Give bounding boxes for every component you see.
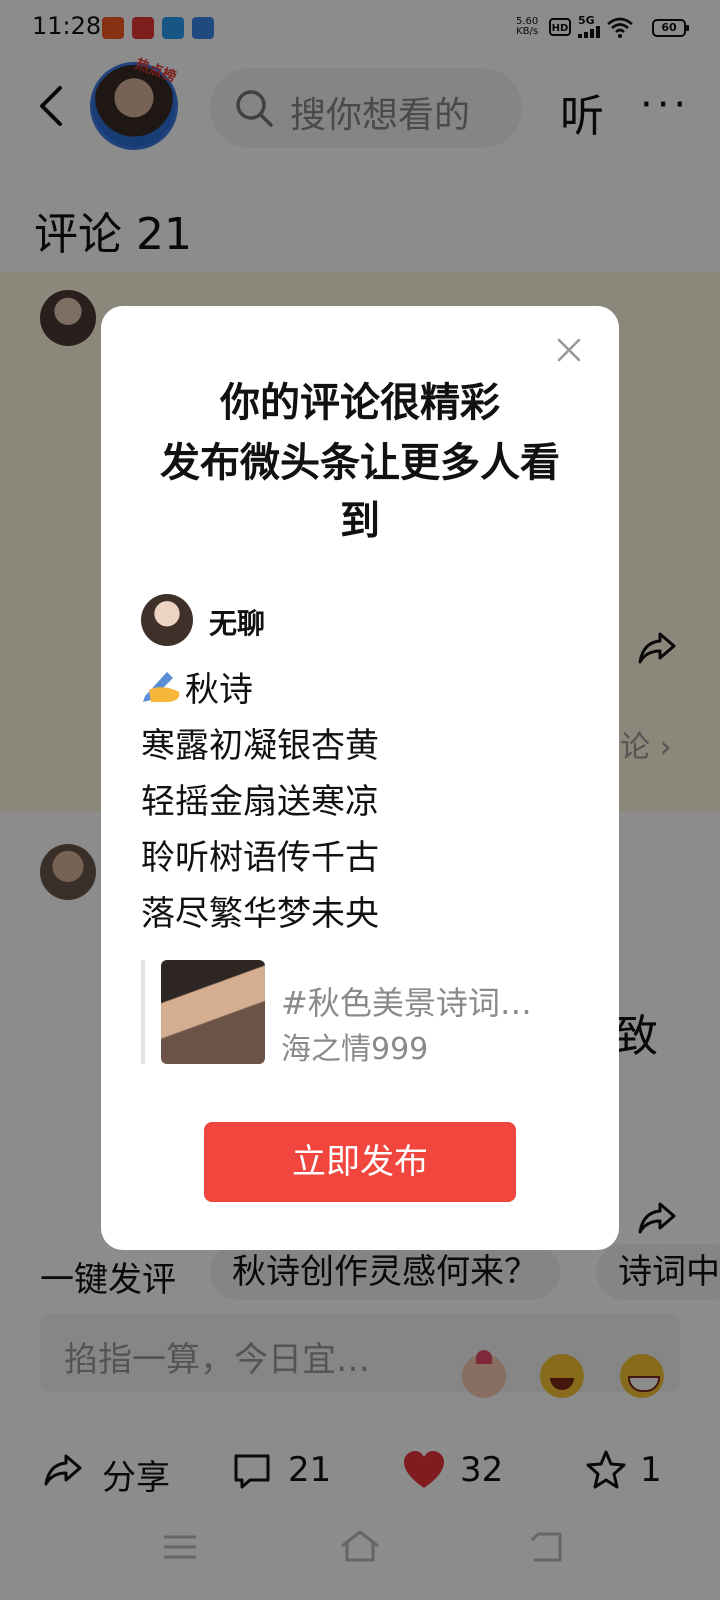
writing-hand-icon bbox=[143, 672, 180, 702]
dialog-title-line: 你的评论很精彩 bbox=[220, 380, 500, 426]
publish-dialog: 你的评论很精彩 发布微头条让更多人看 到 无聊 秋诗 寒露初凝银杏黄 轻摇金扇送… bbox=[101, 306, 619, 1250]
poem-line: 轻摇金扇送寒凉 bbox=[141, 782, 379, 822]
poem-line: 聆听树语传千古 bbox=[141, 838, 379, 878]
user-avatar bbox=[141, 594, 193, 646]
publish-button[interactable]: 立即发布 bbox=[204, 1122, 516, 1202]
poem-line: 寒露初凝银杏黄 bbox=[141, 726, 379, 766]
article-thumbnail bbox=[161, 960, 265, 1064]
dialog-title-line: 发布微头条让更多人看 bbox=[160, 440, 560, 486]
article-author: 海之情999 bbox=[281, 1032, 429, 1067]
close-icon[interactable] bbox=[553, 334, 585, 366]
poem-line: 落尽繁华梦未央 bbox=[141, 894, 379, 934]
quote-bar bbox=[141, 960, 145, 1064]
dialog-title-line: 到 bbox=[340, 498, 380, 544]
user-name: 无聊 bbox=[209, 607, 266, 640]
poem-title: 秋诗 bbox=[185, 670, 253, 710]
article-title: #秋色美景诗词… bbox=[281, 984, 532, 1022]
